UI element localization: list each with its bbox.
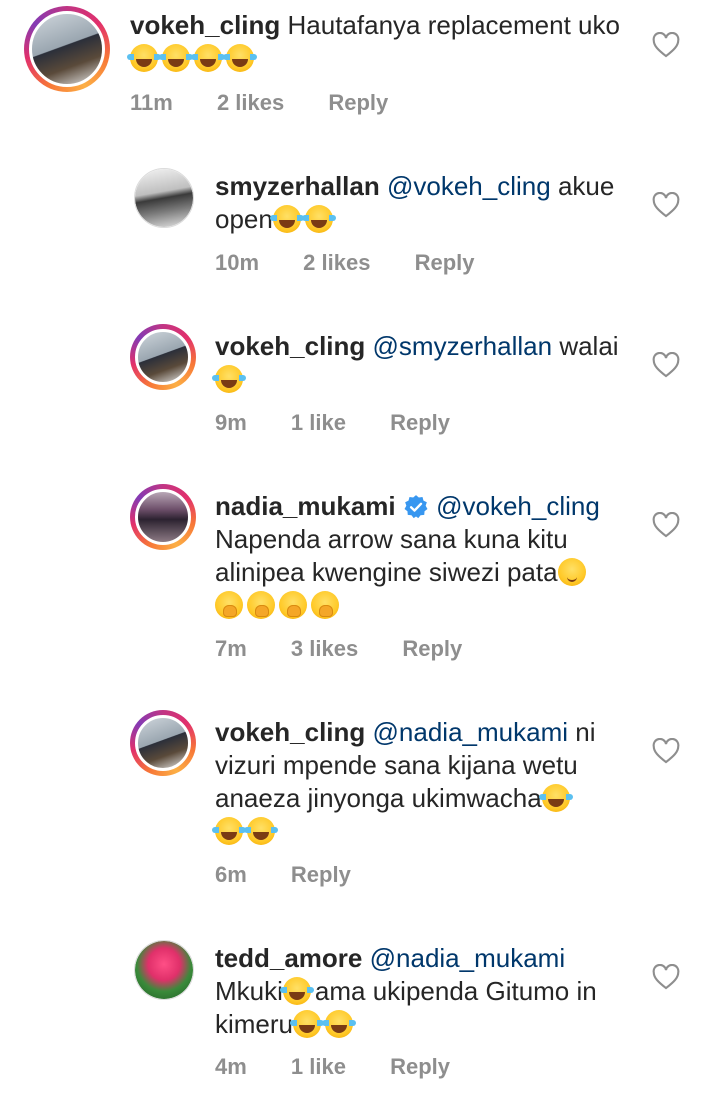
reply-button[interactable]: Reply (415, 250, 475, 275)
comment-username[interactable]: vokeh_cling (215, 717, 365, 747)
emoji-laugh-icon (244, 817, 278, 845)
reply-button[interactable]: Reply (390, 410, 450, 435)
emoji-laugh-icon (322, 1010, 357, 1038)
emoji-laugh-icon (279, 977, 314, 1005)
emoji-laugh-icon (212, 817, 246, 845)
comment-mention[interactable]: @smyzerhallan (373, 331, 553, 361)
heart-icon[interactable] (652, 192, 680, 218)
reply-button[interactable]: Reply (328, 90, 388, 115)
comment: vokeh_cling @smyzerhallan walai 9m 1 lik… (0, 320, 720, 470)
comment-time: 6m (215, 862, 247, 887)
avatar[interactable] (134, 940, 194, 1000)
comment-time: 9m (215, 410, 247, 435)
comment-mention[interactable]: @nadia_mukami (370, 943, 565, 973)
emoji-laugh-icon (301, 205, 336, 233)
comment-text: Mkuki (215, 976, 283, 1006)
comment-likes[interactable]: 2 likes (217, 90, 284, 115)
comment: smyzerhallan @vokeh_cling akue open 10m … (0, 160, 720, 310)
reply-button[interactable]: Reply (402, 636, 462, 661)
comment-time: 7m (215, 636, 247, 661)
comment-username[interactable]: vokeh_cling (130, 10, 280, 40)
heart-icon[interactable] (652, 512, 680, 538)
comment-mention[interactable]: @vokeh_cling (387, 171, 551, 201)
emoji-hand-over-mouth-icon (311, 591, 339, 619)
verified-badge-icon (404, 495, 428, 519)
comment-time: 10m (215, 250, 260, 275)
emoji-laugh-icon (159, 44, 193, 72)
comment: vokeh_cling @nadia_mukami ni vizuri mpen… (0, 706, 720, 916)
emoji-laugh-icon (212, 365, 246, 393)
emoji-laugh-icon (223, 44, 257, 72)
comment-username[interactable]: nadia_mukami (215, 491, 396, 521)
comment-likes[interactable]: 1 like (291, 1054, 346, 1079)
heart-icon[interactable] (652, 964, 680, 990)
comment: nadia_mukami @vokeh_cling Napenda arrow … (0, 480, 720, 690)
comment-mention[interactable]: @vokeh_cling (436, 491, 600, 521)
comment-username[interactable]: smyzerhallan (215, 171, 380, 201)
avatar[interactable] (134, 168, 194, 228)
reply-button[interactable]: Reply (390, 1054, 450, 1079)
avatar[interactable] (130, 324, 196, 390)
emoji-laugh-icon (127, 44, 161, 72)
avatar[interactable] (130, 484, 196, 550)
avatar[interactable] (130, 710, 196, 776)
comment-text: walai (559, 331, 619, 361)
comment-likes[interactable]: 1 like (291, 410, 346, 435)
emoji-hand-over-mouth-icon (247, 591, 275, 619)
emoji-laugh-icon (191, 44, 225, 72)
comment-text: Napenda arrow sana kuna kitu alinipea kw… (215, 524, 568, 587)
comment-likes[interactable]: 2 likes (303, 250, 370, 275)
comment-likes[interactable]: 3 likes (291, 636, 358, 661)
comment-time: 11m (130, 90, 173, 115)
comment-mention[interactable]: @nadia_mukami (373, 717, 568, 747)
emoji-laugh-icon (290, 1010, 325, 1038)
emoji-hand-over-mouth-icon (215, 591, 243, 619)
avatar[interactable] (24, 6, 110, 92)
comment-username[interactable]: tedd_amore (215, 943, 362, 973)
comment-time: 4m (215, 1054, 247, 1079)
heart-icon[interactable] (652, 738, 680, 764)
reply-button[interactable]: Reply (291, 862, 351, 887)
heart-icon[interactable] (652, 352, 680, 378)
emoji-relieved-icon (557, 558, 586, 586)
comment-username[interactable]: vokeh_cling (215, 331, 365, 361)
emoji-laugh-icon (538, 784, 573, 812)
comment-text: Hautafanya replacement uko (287, 10, 620, 40)
heart-icon[interactable] (652, 32, 680, 58)
emoji-hand-over-mouth-icon (279, 591, 307, 619)
comment: vokeh_cling Hautafanya replacement uko 1… (0, 0, 720, 150)
comment: tedd_amore @nadia_mukami Mkuki ama ukipen… (0, 932, 720, 1092)
emoji-laugh-icon (269, 205, 304, 233)
